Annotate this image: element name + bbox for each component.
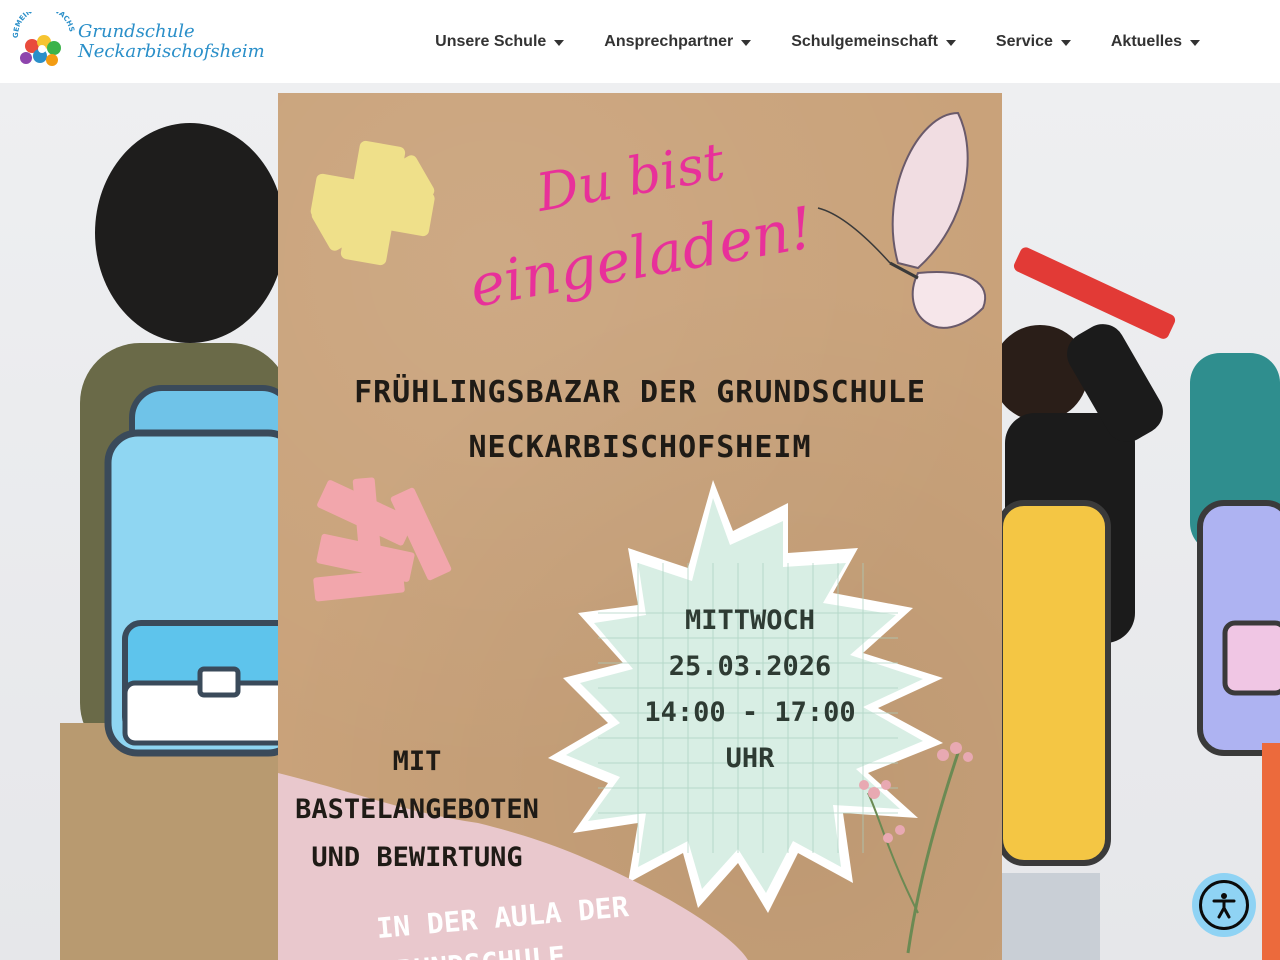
logo-hands-icon: GEMEINSAM WACHSEN bbox=[12, 12, 76, 66]
activities-line3: UND BEWIRTUNG bbox=[311, 842, 523, 873]
event-time: 14:00 - 17:00 UHR bbox=[644, 697, 856, 774]
backpack-lilac-icon bbox=[1197, 500, 1280, 756]
event-day: MITTWOCH bbox=[684, 605, 816, 636]
stripes-paper-icon bbox=[313, 477, 452, 602]
logo-wordmark: Grundschule Neckarbischofsheim bbox=[78, 22, 265, 62]
accessibility-button[interactable] bbox=[1192, 873, 1256, 937]
nav-item-unsere-schule[interactable]: Unsere Schule bbox=[435, 32, 565, 51]
svg-text:GEMEINSAM WACHSEN: GEMEINSAM WACHSEN bbox=[12, 12, 76, 38]
accessibility-icon bbox=[1212, 893, 1236, 919]
logo-arc-text: GEMEINSAM WACHSEN bbox=[12, 12, 76, 38]
nav-label: Service bbox=[995, 32, 1053, 50]
nav-label: Ansprechpartner bbox=[604, 32, 734, 50]
flyer-headline-line1: FRÜHLINGSBAZAR DER GRUNDSCHULE bbox=[354, 375, 926, 410]
activities-line2: BASTELANGEBOTEN bbox=[295, 794, 539, 825]
butterfly-icon bbox=[817, 111, 987, 329]
event-date: 25.03.2026 bbox=[668, 651, 832, 682]
nav-item-ansprechpartner[interactable]: Ansprechpartner bbox=[604, 32, 752, 51]
caret-down-icon bbox=[945, 39, 956, 46]
flower-sprig-icon bbox=[859, 742, 973, 954]
caret-down-icon bbox=[1190, 39, 1200, 46]
caret-down-icon bbox=[741, 39, 752, 46]
caret-down-icon bbox=[554, 39, 565, 46]
event-flyer: Du bist eingeladen! FRÜHLINGSBAZAR DER G… bbox=[278, 93, 1002, 960]
flyer-date-time: MITTWOCH 25.03.2026 14:00 - 17:00 UHR bbox=[628, 598, 872, 782]
backpack-blue-icon bbox=[104, 385, 302, 757]
site-logo[interactable]: GEMEINSAM WACHSEN Grundschule Neckarbisc… bbox=[12, 12, 265, 72]
nav-item-aktuelles[interactable]: Aktuelles bbox=[1111, 33, 1200, 51]
site-header: GEMEINSAM WACHSEN Grundschule Neckarbisc… bbox=[0, 0, 1280, 83]
nav-label: Schulgemeinschaft bbox=[791, 32, 938, 50]
nav-label: Aktuelles bbox=[1110, 32, 1182, 50]
flyer-activities: MIT BASTELANGEBOTEN UND BEWIRTUNG bbox=[292, 738, 542, 882]
asterisk-paper-icon bbox=[310, 140, 435, 266]
main-nav: Unsere Schule Ansprechpartner Schulgemei… bbox=[435, 0, 1200, 83]
logo-line2: Neckarbischofsheim bbox=[78, 41, 265, 62]
logo-line1: Grundschule bbox=[78, 21, 195, 42]
caret-down-icon bbox=[1060, 39, 1071, 46]
backpack-yellow-icon bbox=[997, 500, 1111, 866]
activities-line1: MIT bbox=[392, 746, 442, 777]
flyer-headline-line2: NECKARBISCHOFSHEIM bbox=[468, 430, 812, 465]
nav-label: Unsere Schule bbox=[435, 32, 547, 50]
nav-item-service[interactable]: Service bbox=[996, 33, 1071, 51]
nav-item-schulgemeinschaft[interactable]: Schulgemeinschaft bbox=[791, 33, 956, 51]
